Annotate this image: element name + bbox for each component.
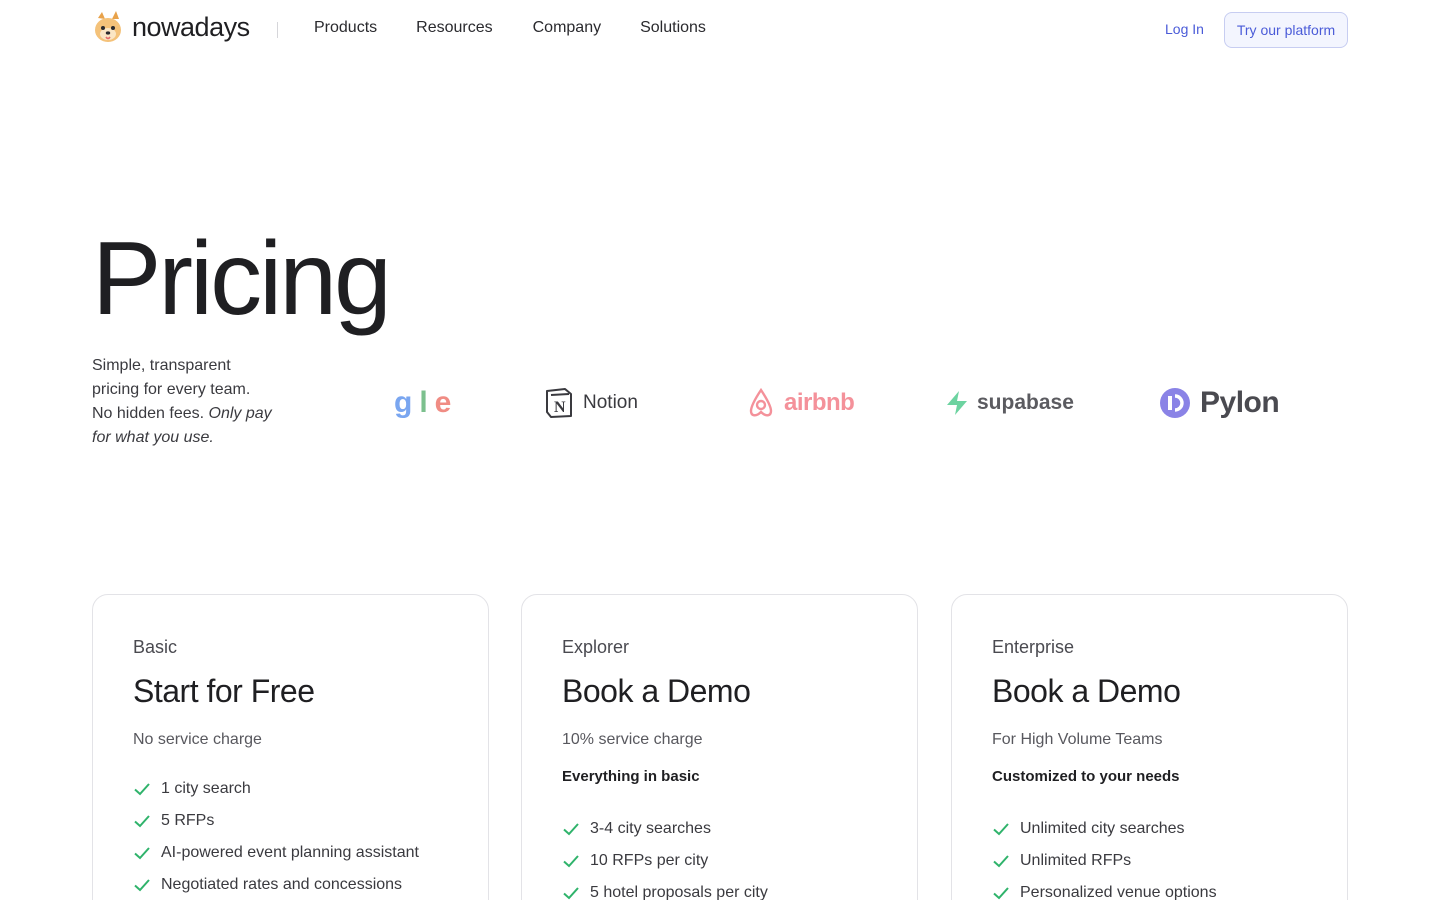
plan-card-basic: Basic Start for Free No service charge 1… xyxy=(92,594,489,900)
check-icon xyxy=(134,815,150,828)
nav-solutions[interactable]: Solutions xyxy=(640,19,706,37)
feature-item: Personalized venue options xyxy=(992,877,1217,900)
hero-subtitle: Simple, transparent pricing for every te… xyxy=(92,354,272,450)
page-title: Pricing xyxy=(92,221,392,337)
feature-item: AI-powered event planning assistant xyxy=(133,837,419,869)
nav-links: Products Resources Company Solutions xyxy=(314,19,706,37)
nav-products[interactable]: Products xyxy=(314,19,377,37)
check-icon xyxy=(993,855,1009,868)
check-icon xyxy=(563,887,579,900)
feature-item: Unlimited city searches xyxy=(992,813,1217,845)
brand-name: nowadays xyxy=(132,11,250,42)
notion-logo: N Notion xyxy=(543,375,638,431)
page: nowadays Products Resources Company Solu… xyxy=(0,0,1440,900)
pylon-wordmark: Pylon xyxy=(1200,386,1280,419)
nav-resources[interactable]: Resources xyxy=(416,19,492,37)
plan-subtitle: No service charge xyxy=(133,731,262,748)
feature-item: 1 city search xyxy=(133,773,419,805)
plan-card-enterprise: Enterprise Book a Demo For High Volume T… xyxy=(951,594,1348,900)
check-icon xyxy=(993,887,1009,900)
supabase-wordmark: supabase xyxy=(977,391,1074,414)
plan-includes: Everything in basic xyxy=(562,768,700,785)
pylon-icon xyxy=(1160,388,1190,418)
feature-list: 1 city search 5 RFPs AI-powered event pl… xyxy=(133,773,419,900)
feature-list: 3-4 city searches 10 RFPs per city 5 hot… xyxy=(562,813,768,900)
plan-title[interactable]: Start for Free xyxy=(133,673,315,710)
feature-item: 3-4 city searches xyxy=(562,813,768,845)
plan-title[interactable]: Book a Demo xyxy=(562,673,751,710)
google-logo: gle xyxy=(394,386,451,419)
check-icon xyxy=(993,823,1009,836)
feature-item: 5 RFPs xyxy=(133,805,419,837)
plan-includes: Customized to your needs xyxy=(992,768,1180,785)
feature-item: 5 hotel proposals per city xyxy=(562,877,768,900)
feature-list: Unlimited city searches Unlimited RFPs P… xyxy=(992,813,1217,900)
plan-tier: Enterprise xyxy=(992,637,1075,657)
nav-company[interactable]: Company xyxy=(533,19,601,37)
notion-icon: N xyxy=(546,388,572,418)
feature-item: Unlimited RFPs xyxy=(992,845,1217,877)
notion-wordmark: Notion xyxy=(583,392,638,413)
check-icon xyxy=(134,847,150,860)
plan-tier: Explorer xyxy=(562,637,630,657)
top-nav: nowadays Products Resources Company Solu… xyxy=(0,0,1440,60)
try-platform-button[interactable]: Try our platform xyxy=(1224,12,1348,48)
feature-item: Negotiated rates and concessions xyxy=(133,869,419,900)
dog-mascot-icon xyxy=(95,11,121,42)
airbnb-logo: airbnb xyxy=(746,375,855,431)
airbnb-wordmark: airbnb xyxy=(784,389,855,416)
check-icon xyxy=(563,823,579,836)
supabase-logo: supabase xyxy=(945,375,1074,431)
feature-item: 10 RFPs per city xyxy=(562,845,768,877)
check-icon xyxy=(563,855,579,868)
check-icon xyxy=(134,783,150,796)
plan-tier: Basic xyxy=(133,637,178,657)
plan-title[interactable]: Book a Demo xyxy=(992,673,1181,710)
svg-text:N: N xyxy=(554,399,566,416)
brand[interactable]: nowadays xyxy=(92,10,250,44)
pylon-logo: Pylon xyxy=(1158,375,1280,431)
plan-subtitle: 10% service charge xyxy=(562,731,703,748)
plan-card-explorer: Explorer Book a Demo 10% service charge … xyxy=(521,594,918,900)
nav-divider xyxy=(277,22,278,38)
customer-logos: gle N Notion airbnb supabase Pylon xyxy=(320,375,1348,431)
plan-subtitle: For High Volume Teams xyxy=(992,731,1163,748)
airbnb-icon xyxy=(749,387,773,417)
check-icon xyxy=(134,879,150,892)
login-link[interactable]: Log In xyxy=(1165,21,1204,37)
supabase-bolt-icon xyxy=(947,391,967,415)
